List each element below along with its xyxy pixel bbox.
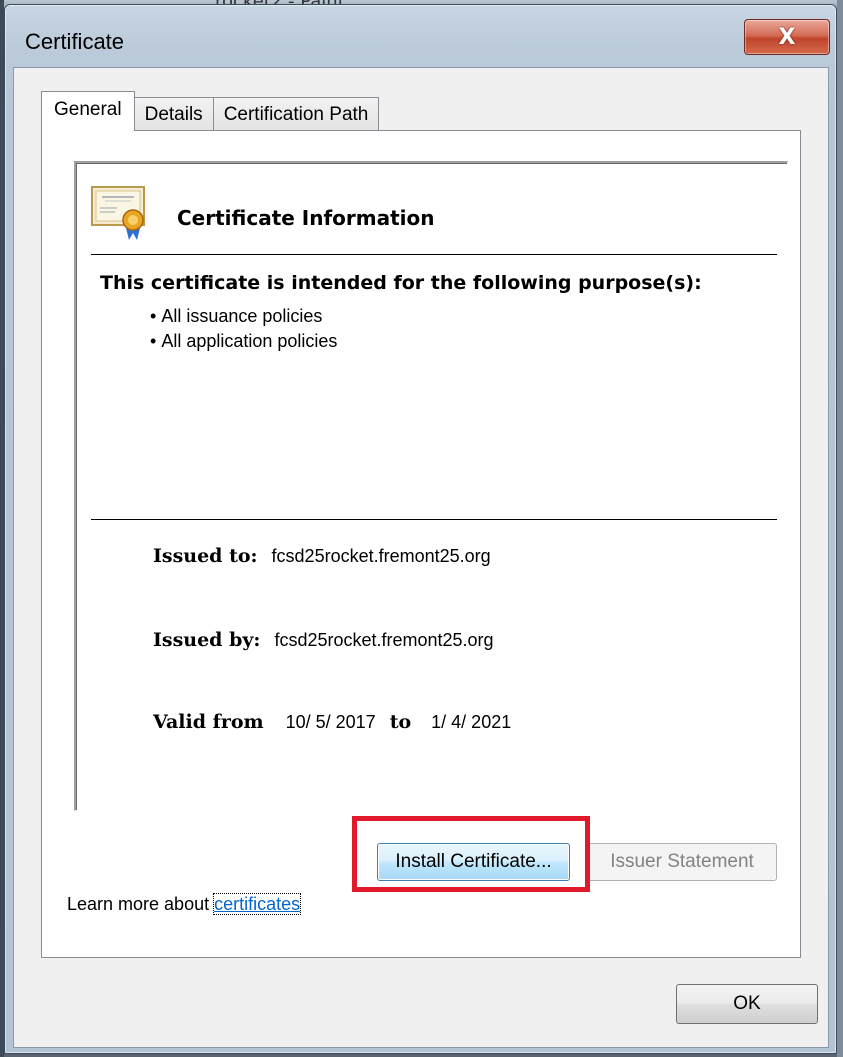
- valid-to-label: to: [389, 711, 412, 733]
- certificate-info-inner: Certificate Information This certificate…: [76, 163, 787, 810]
- tab-general[interactable]: General: [41, 91, 135, 131]
- close-icon: X: [778, 24, 796, 50]
- issuer-statement-button[interactable]: Issuer Statement: [587, 843, 777, 881]
- general-tab-page: Certificate Information This certificate…: [41, 130, 801, 958]
- divider-bottom: [91, 519, 777, 520]
- purpose-item: All application policies: [150, 329, 337, 354]
- valid-dates-row: Valid from 10/ 5/ 2017 to 1/ 4/ 2021: [153, 711, 511, 733]
- issued-to-value: fcsd25rocket.fremont25.org: [271, 546, 491, 566]
- tab-certification-path[interactable]: Certification Path: [212, 97, 380, 131]
- dialog-title: Certificate: [25, 29, 125, 54]
- certificate-information-heading: Certificate Information: [177, 206, 435, 230]
- valid-from-value: 10/ 5/ 2017: [285, 712, 376, 732]
- issued-to-label: Issued to:: [153, 545, 258, 567]
- certificate-info-panel: Certificate Information This certificate…: [74, 161, 788, 811]
- issued-by-value: fcsd25rocket.fremont25.org: [274, 630, 494, 650]
- title-bar[interactable]: Certificate X: [5, 5, 836, 65]
- background-right-edge: [837, 0, 843, 1057]
- certificate-icon: [91, 186, 145, 240]
- install-certificate-button[interactable]: Install Certificate...: [377, 843, 570, 881]
- dialog-client-area: General Details Certification Path Certi…: [13, 67, 829, 1048]
- issued-to-row: Issued to: fcsd25rocket.fremont25.org: [153, 545, 491, 567]
- learn-more-prefix: Learn more about: [67, 894, 215, 914]
- issued-by-row: Issued by: fcsd25rocket.fremont25.org: [153, 629, 494, 651]
- purpose-item: All issuance policies: [150, 304, 337, 329]
- valid-from-label: Valid from: [153, 711, 264, 733]
- purpose-heading: This certificate is intended for the fol…: [100, 272, 702, 294]
- ok-button[interactable]: OK: [676, 984, 818, 1024]
- learn-more-text: Learn more about certificates: [67, 893, 302, 915]
- divider-top: [91, 254, 777, 255]
- tab-strip: General Details Certification Path: [41, 91, 380, 131]
- tab-details[interactable]: Details: [133, 97, 214, 131]
- close-button[interactable]: X: [744, 19, 830, 55]
- valid-to-value: 1/ 4/ 2021: [431, 712, 512, 732]
- purpose-list: All issuance policies All application po…: [150, 304, 337, 354]
- issued-by-label: Issued by:: [153, 629, 261, 651]
- certificates-link[interactable]: certificates: [213, 893, 302, 915]
- certificate-dialog: Certificate X General Details Certificat…: [4, 4, 837, 1054]
